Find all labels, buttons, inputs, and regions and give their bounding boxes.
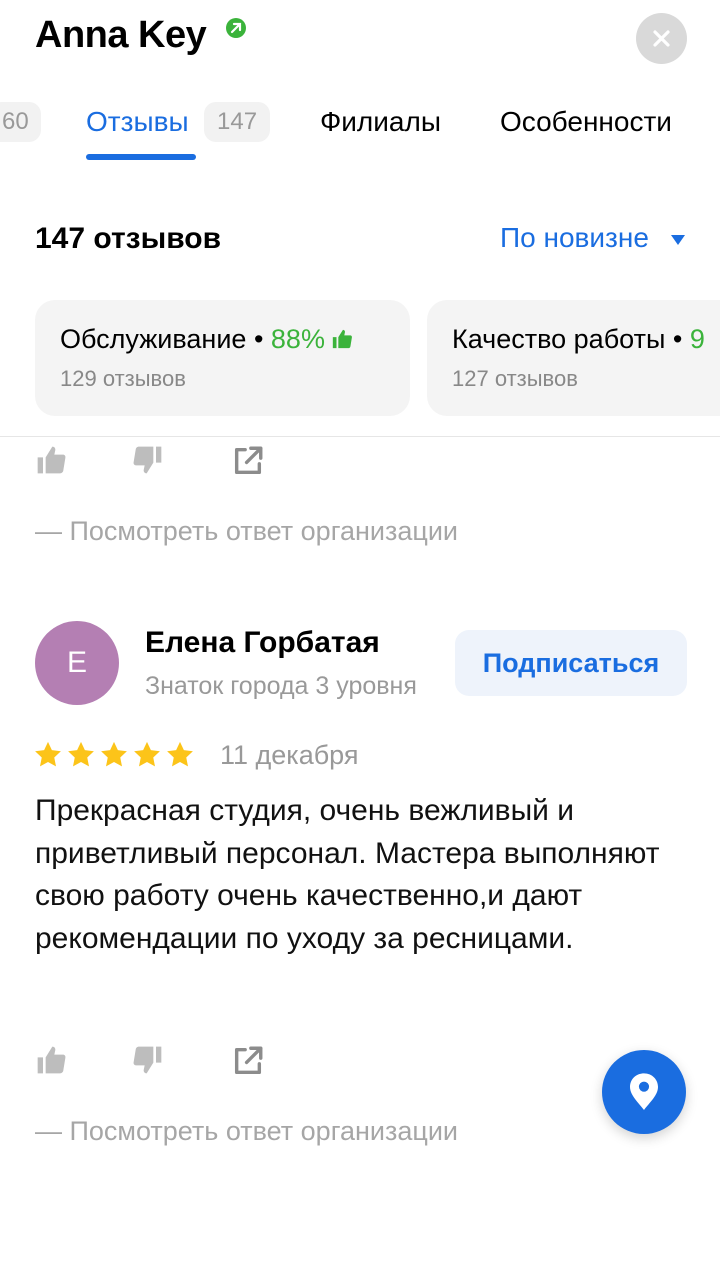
author-level: Знаток города 3 уровня — [145, 672, 417, 700]
aspect-reviews-count: 129 отзывов — [60, 366, 186, 391]
dislike-icon[interactable] — [132, 444, 164, 476]
active-tab-indicator — [86, 154, 196, 160]
aspect-reviews-count: 127 отзывов — [452, 366, 578, 391]
view-org-reply-link[interactable]: — Посмотреть ответ организации — [35, 516, 458, 547]
aspect-card-service[interactable]: Обслуживание • 88% 129 отзывов — [35, 300, 410, 416]
aspect-title: Обслуживание • 88% — [60, 324, 353, 355]
view-org-reply-link[interactable]: — Посмотреть ответ организации — [35, 1116, 458, 1147]
header: Anna Key — [0, 0, 720, 80]
star-icon — [35, 741, 61, 767]
sort-dropdown[interactable]: По новизне — [500, 222, 649, 254]
aspect-name: Обслуживание — [60, 324, 247, 354]
close-button[interactable] — [636, 13, 687, 64]
review-actions — [35, 444, 295, 484]
close-icon — [653, 30, 670, 47]
tab-reviews-count: 147 — [204, 102, 271, 142]
review-author[interactable]: Елена Горбатая — [145, 626, 380, 660]
reviews-count: 147 отзывов — [35, 222, 222, 255]
avatar[interactable]: Е — [35, 621, 119, 705]
tab-features[interactable]: Особенности — [500, 102, 672, 142]
star-icon — [68, 741, 94, 767]
review-text: Прекрасная студия, очень вежливый и прив… — [35, 794, 660, 955]
aspect-percent: 88% — [270, 324, 325, 354]
verified-arrow-icon — [226, 18, 246, 38]
tab-reviews[interactable]: Отзывы — [86, 102, 189, 142]
aspect-title: Качество работы • 9 — [452, 324, 705, 354]
tab-bar: 60 Отзывы 147 Филиалы Особенности — [0, 96, 720, 168]
map-pin-icon — [630, 1073, 658, 1110]
review-date: 11 декабря — [220, 740, 359, 770]
aspect-name: Качество работы — [452, 324, 666, 354]
subscribe-button[interactable]: Подписаться — [455, 630, 687, 696]
star-icon — [167, 741, 193, 767]
aspect-card-quality[interactable]: Качество работы • 9 127 отзывов — [427, 300, 720, 416]
like-icon[interactable] — [35, 444, 67, 476]
thumbs-up-icon — [332, 329, 352, 349]
like-icon[interactable] — [35, 1044, 67, 1076]
star-icon — [134, 741, 160, 767]
star-rating — [33, 740, 198, 772]
star-icon — [101, 741, 127, 767]
tab-photos-count[interactable]: 60 — [0, 102, 41, 142]
aspect-percent: 9 — [689, 324, 705, 354]
share-icon[interactable] — [231, 444, 265, 478]
org-title: Anna Key — [35, 14, 207, 56]
dislike-icon[interactable] — [132, 1044, 164, 1076]
chevron-down-icon[interactable] — [671, 235, 685, 245]
review-actions — [35, 1044, 295, 1084]
share-icon[interactable] — [231, 1044, 265, 1078]
tab-branches[interactable]: Филиалы — [320, 102, 441, 142]
map-pin-button[interactable] — [602, 1050, 686, 1134]
divider — [0, 436, 720, 437]
